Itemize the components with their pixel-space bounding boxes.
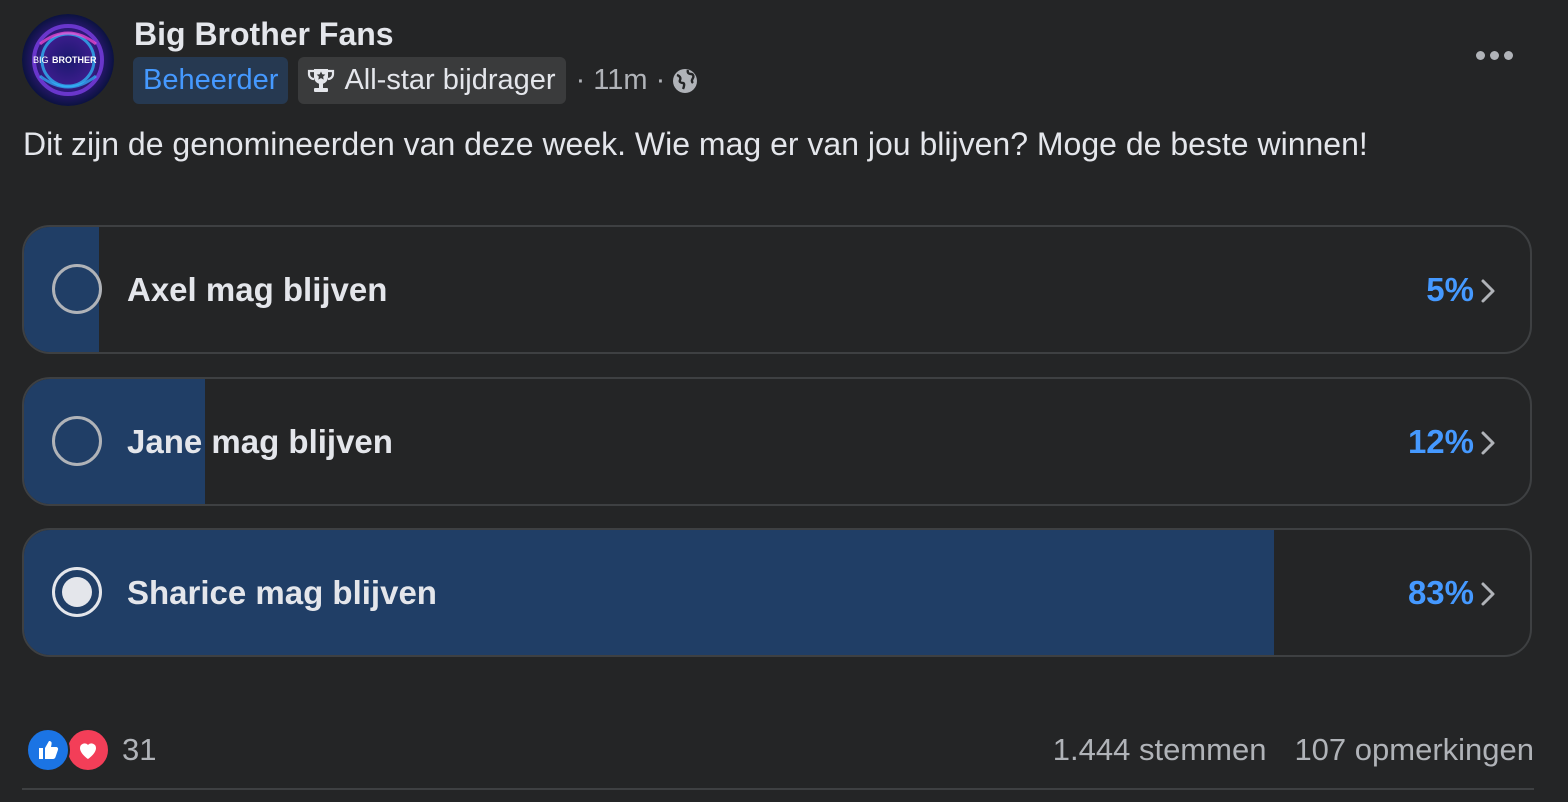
like-icon — [26, 728, 70, 772]
post-text: Dit zijn de genomineerden van deze week.… — [23, 126, 1368, 162]
dot-icon — [1503, 50, 1513, 60]
poll-option-label: Axel mag blijven — [127, 270, 388, 308]
svg-text:BROTHER: BROTHER — [52, 55, 97, 65]
big-brother-logo: BIG BROTHER — [22, 14, 114, 106]
post-time[interactable]: · 11m · — [576, 64, 700, 97]
radio-button[interactable] — [52, 416, 102, 466]
poll-option-sharice[interactable]: Sharice mag blijven 83% — [22, 528, 1532, 657]
chevron-right-icon[interactable] — [1474, 429, 1502, 457]
reaction-count: 31 — [122, 732, 157, 767]
comments-count[interactable]: 107 opmerkingen — [1294, 732, 1534, 768]
chevron-right-icon[interactable] — [1474, 277, 1502, 305]
svg-text:BIG: BIG — [33, 55, 49, 65]
post-time-text: · 11m · — [575, 64, 666, 96]
poll-option-axel[interactable]: Axel mag blijven 5% — [22, 225, 1532, 354]
votes-count[interactable]: 1.444 stemmen — [1053, 732, 1267, 768]
chevron-right-icon[interactable] — [1474, 580, 1502, 608]
allstar-badge[interactable]: All-star bijdrager — [298, 57, 566, 104]
poll-option-jane[interactable]: Jane mag blijven 12% — [22, 377, 1532, 506]
trophy-icon — [308, 68, 335, 92]
group-avatar[interactable]: BIG BROTHER — [22, 14, 114, 106]
admin-badge[interactable]: Beheerder — [133, 57, 289, 104]
poll-option-percent: 12% — [1407, 422, 1474, 460]
poll-option-label: Jane mag blijven — [127, 422, 393, 460]
radio-button[interactable] — [52, 264, 102, 314]
poll-option-percent: 5% — [1426, 270, 1474, 308]
reactions-summary[interactable]: 31 — [26, 728, 156, 772]
dot-icon — [1475, 50, 1485, 60]
poll-option-label: Sharice mag blijven — [127, 573, 437, 611]
post-stats: 1.444 stemmen 107 opmerkingen — [1053, 728, 1534, 772]
allstar-badge-label: All-star bijdrager — [344, 64, 556, 96]
group-name[interactable]: Big Brother Fans — [134, 16, 394, 53]
divider — [22, 788, 1534, 790]
radio-button-selected[interactable] — [52, 567, 102, 617]
poll-option-percent: 83% — [1407, 573, 1474, 611]
post-meta: Beheerder All-star bijdrager · 11m · — [133, 57, 699, 104]
more-options-button[interactable] — [1470, 38, 1518, 72]
dot-icon — [1489, 50, 1499, 60]
love-icon — [66, 728, 110, 772]
globe-icon — [673, 68, 698, 93]
